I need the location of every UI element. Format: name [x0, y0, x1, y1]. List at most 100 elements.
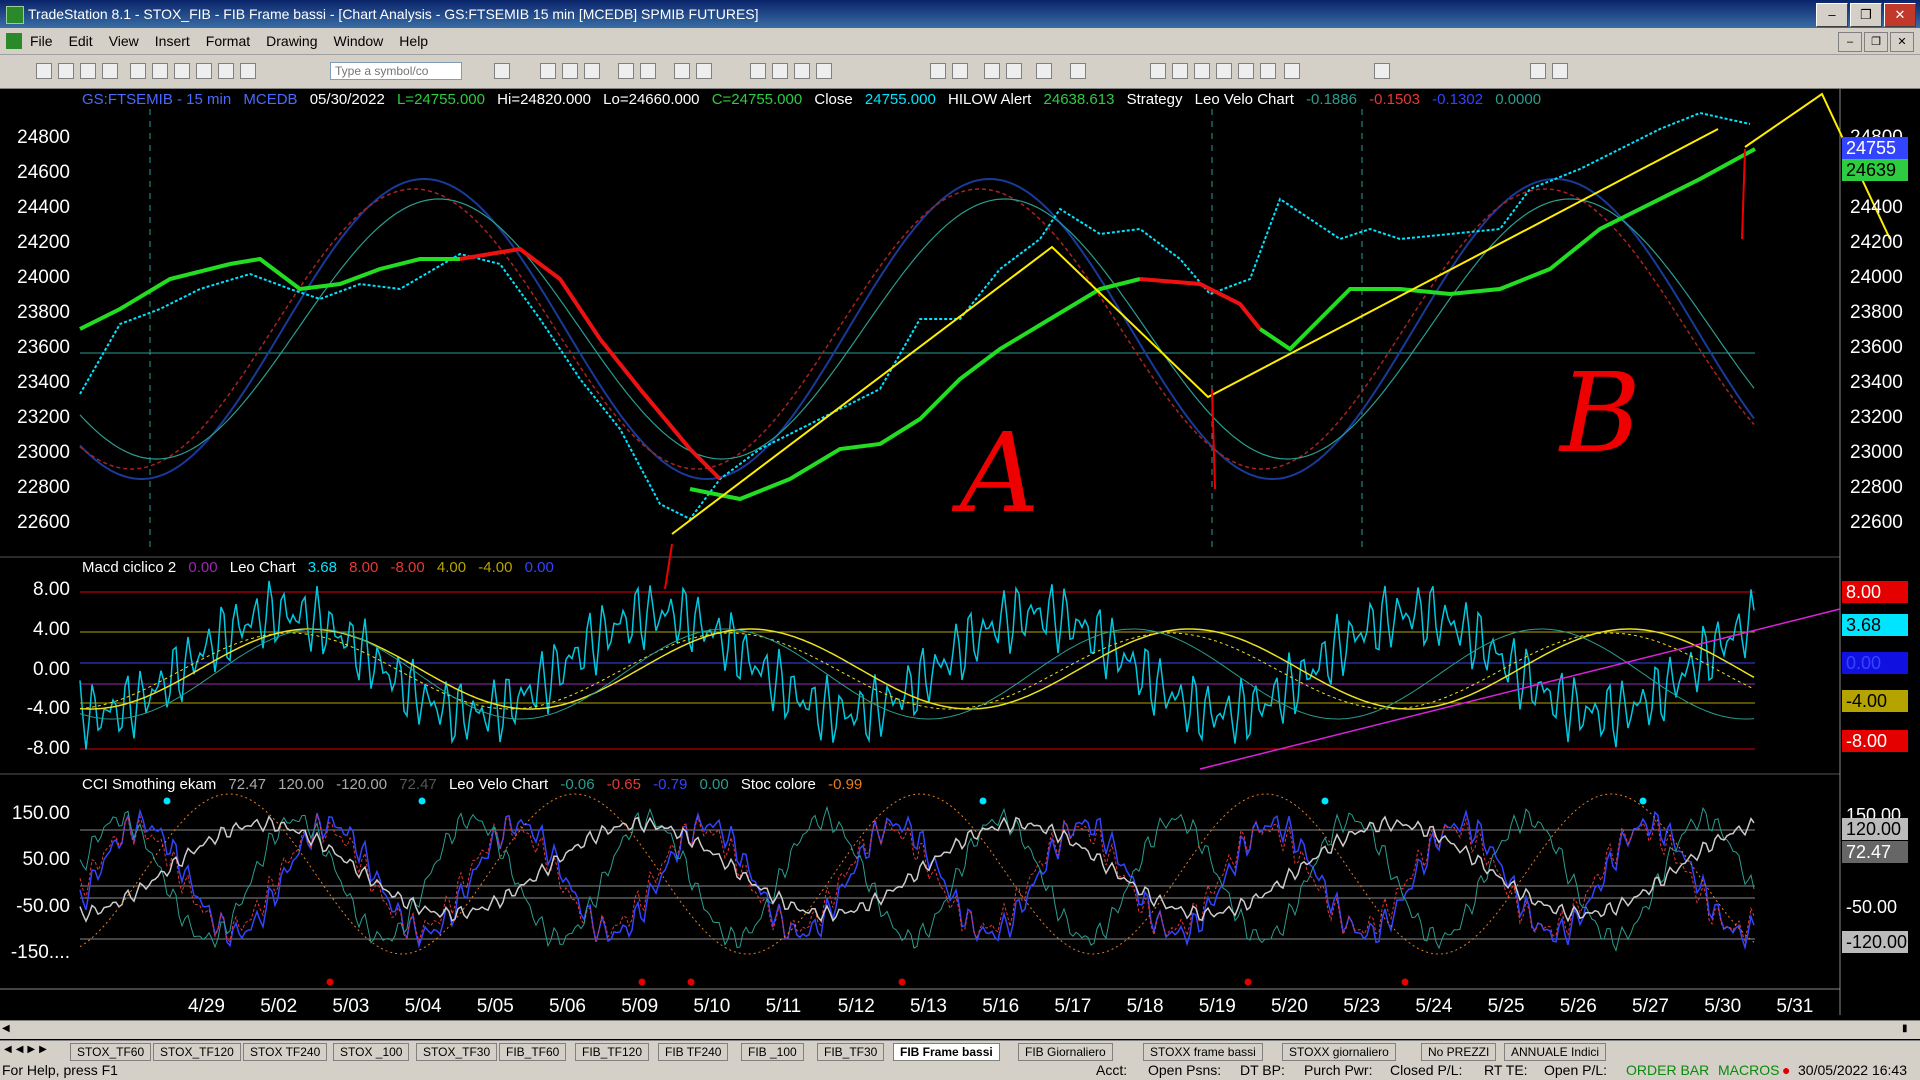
- leo-velo-label: Leo Velo Chart: [1194, 91, 1294, 108]
- ellipse-icon[interactable]: [1530, 63, 1546, 79]
- line-icon[interactable]: [816, 63, 832, 79]
- macd-tag-8: 8.00: [1842, 581, 1908, 603]
- scanner-icon[interactable]: [618, 63, 634, 79]
- pointer-icon[interactable]: [984, 63, 1000, 79]
- menu-edit[interactable]: Edit: [69, 33, 93, 49]
- horizontal-scrollbar[interactable]: ◀ ▮: [0, 1020, 1920, 1039]
- zoom-in-icon[interactable]: [930, 63, 946, 79]
- cci-top-dot: [163, 797, 171, 805]
- menu-format[interactable]: Format: [206, 33, 250, 49]
- mdi-restore-button[interactable]: ❐: [1864, 32, 1888, 52]
- print-icon[interactable]: [102, 63, 118, 79]
- tab-no-prezzi[interactable]: No PREZZI: [1421, 1043, 1497, 1061]
- symbol-input[interactable]: [330, 62, 462, 80]
- tab-fib-tf120[interactable]: FIB_TF120: [575, 1043, 650, 1061]
- channel-icon[interactable]: [1238, 63, 1254, 79]
- tab-stox-tf30[interactable]: STOX_TF30: [416, 1043, 498, 1061]
- macros-button[interactable]: MACROS: [1718, 1062, 1779, 1078]
- drawing-icon[interactable]: [1070, 63, 1086, 79]
- matrix-icon[interactable]: [584, 63, 600, 79]
- scroll-thumb[interactable]: ▮: [1902, 1022, 1916, 1036]
- x-axis-date-label: 5/03: [332, 996, 370, 1017]
- chart-area[interactable]: GS:FTSEMIB - 15 min MCEDB 05/30/2022 L=2…: [0, 89, 1920, 1017]
- tab-stox-tf60[interactable]: STOX_TF60: [70, 1043, 152, 1061]
- tab-stox-100[interactable]: STOX _100: [333, 1043, 410, 1061]
- chart-icon[interactable]: [540, 63, 556, 79]
- tab-fib-tf30[interactable]: FIB_TF30: [817, 1043, 885, 1061]
- menu-insert[interactable]: Insert: [155, 33, 190, 49]
- cci-tick: -50.00: [16, 896, 70, 917]
- tab-fib-tf60[interactable]: FIB_TF60: [499, 1043, 567, 1061]
- macd-tick: -4.00: [26, 698, 70, 719]
- tab-nav-icon[interactable]: ◀◀▶▶: [4, 1044, 51, 1055]
- redo-icon[interactable]: [240, 63, 256, 79]
- bar-icon[interactable]: [772, 63, 788, 79]
- x-axis-date-label: 5/05: [476, 996, 514, 1017]
- time-icon[interactable]: [750, 63, 766, 79]
- lookup-icon[interactable]: [494, 63, 510, 79]
- copy-icon[interactable]: [152, 63, 168, 79]
- tab-fib-100[interactable]: FIB _100: [741, 1043, 804, 1061]
- status-closed-pl: Closed P/L:: [1390, 1062, 1463, 1078]
- mdi-close-button[interactable]: ✕: [1890, 32, 1914, 52]
- tab-stoxx-giornaliero[interactable]: STOXX giornaliero: [1282, 1043, 1396, 1061]
- price-tick-right: 23600: [1850, 337, 1903, 358]
- news-icon[interactable]: [640, 63, 656, 79]
- tab-stox-tf120[interactable]: STOX_TF120: [153, 1043, 241, 1061]
- candle-icon[interactable]: [794, 63, 810, 79]
- x-axis-date-label: 5/17: [1054, 996, 1092, 1017]
- tab-stoxx-frame-bassi[interactable]: STOXX frame bassi: [1143, 1043, 1263, 1061]
- options-icon[interactable]: [674, 63, 690, 79]
- chart-window-icon[interactable]: [6, 33, 22, 49]
- cut-icon[interactable]: [130, 63, 146, 79]
- order-bar-button[interactable]: ORDER BAR: [1626, 1062, 1709, 1078]
- x-axis-date-label: 5/13: [910, 996, 947, 1017]
- zoom-out-icon[interactable]: [952, 63, 968, 79]
- paste-icon[interactable]: [174, 63, 190, 79]
- macd-main-line: [79, 580, 1755, 750]
- menu-help[interactable]: Help: [399, 33, 428, 49]
- cci-lv4: 0.00: [699, 776, 729, 793]
- tab-stox-tf240[interactable]: STOX TF240: [243, 1043, 328, 1061]
- chart-canvas[interactable]: [0, 89, 1920, 1015]
- vline-icon[interactable]: [1194, 63, 1210, 79]
- new-icon[interactable]: [36, 63, 52, 79]
- fib-icon[interactable]: [1216, 63, 1232, 79]
- arrow-icon[interactable]: [1284, 63, 1300, 79]
- macd-tag-m4: -4.00: [1842, 690, 1908, 712]
- crosshair-icon[interactable]: [1006, 63, 1022, 79]
- save-icon[interactable]: [80, 63, 96, 79]
- price-tick: 22800: [17, 477, 70, 498]
- order-icon[interactable]: [696, 63, 712, 79]
- macd-name: Macd ciclico 2: [82, 559, 177, 576]
- rect-icon[interactable]: [1552, 63, 1568, 79]
- menu-view[interactable]: View: [109, 33, 139, 49]
- hi-label: Hi=24820.000: [497, 91, 591, 108]
- pitchfork-icon[interactable]: [1260, 63, 1276, 79]
- minimize-button[interactable]: –: [1816, 3, 1848, 27]
- trendline-icon[interactable]: [1150, 63, 1166, 79]
- menu-file[interactable]: File: [30, 33, 53, 49]
- tab-annuale-indici[interactable]: ANNUALE Indici: [1504, 1043, 1607, 1061]
- cci-v4: 72.47: [399, 776, 437, 793]
- scroll-left-icon[interactable]: ◀: [2, 1022, 16, 1036]
- cci-tag-120: 120.00: [1842, 818, 1908, 840]
- open-icon[interactable]: [58, 63, 74, 79]
- hand-icon[interactable]: [1036, 63, 1052, 79]
- text-icon[interactable]: [1374, 63, 1390, 79]
- macd-tag-0: 0.00: [1842, 652, 1908, 674]
- menu-drawing[interactable]: Drawing: [266, 33, 317, 49]
- close-button[interactable]: ✕: [1884, 3, 1916, 27]
- tab-fib-frame-bassi[interactable]: FIB Frame bassi: [893, 1043, 1000, 1061]
- hline-icon[interactable]: [1172, 63, 1188, 79]
- x-axis-date-label: 5/20: [1271, 996, 1308, 1017]
- undo-icon[interactable]: [218, 63, 234, 79]
- maximize-button[interactable]: ❐: [1850, 3, 1882, 27]
- radar-icon[interactable]: [562, 63, 578, 79]
- menu-window[interactable]: Window: [334, 33, 384, 49]
- cci-lv3: -0.79: [653, 776, 688, 793]
- tab-fib-giornaliero[interactable]: FIB Giornaliero: [1018, 1043, 1113, 1061]
- mdi-minimize-button[interactable]: –: [1838, 32, 1862, 52]
- format-icon[interactable]: [196, 63, 212, 79]
- tab-fib-tf240[interactable]: FIB TF240: [658, 1043, 729, 1061]
